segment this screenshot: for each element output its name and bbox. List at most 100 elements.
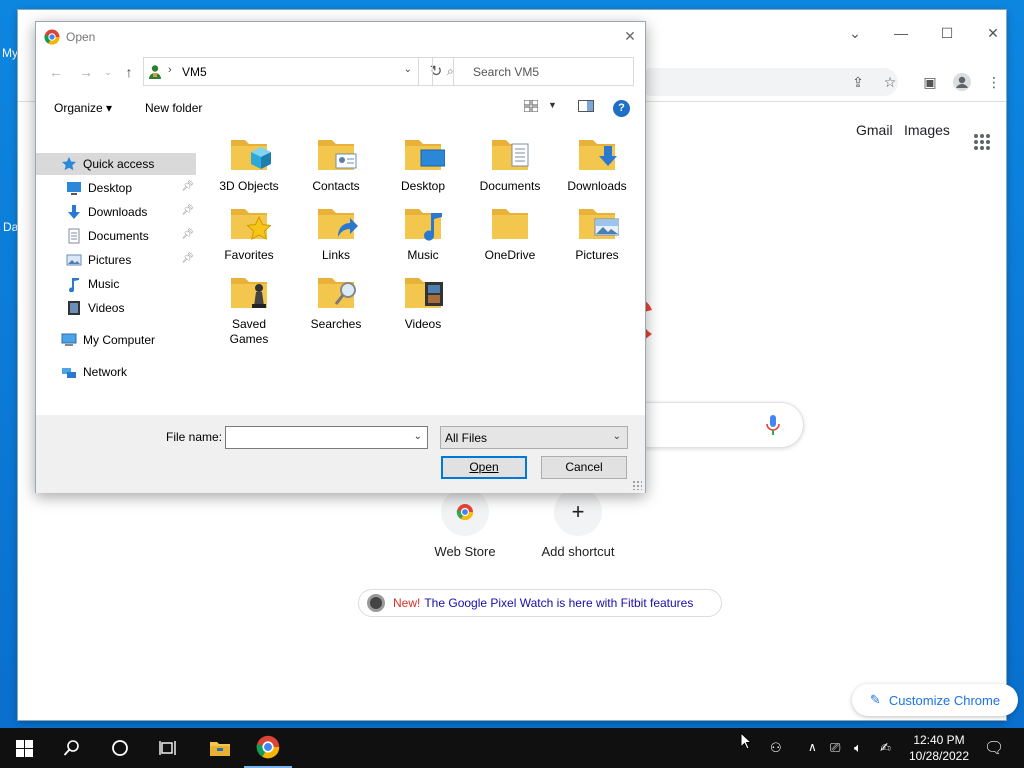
folder-item-documents[interactable]: Documents [467,132,553,194]
nav-item-my-computer[interactable]: My Computer [36,329,196,351]
nav-item-videos[interactable]: Videos [36,297,196,319]
folder-icon [575,132,619,176]
address-bar[interactable]: › VM5 ⌄ [143,57,419,86]
folder-icon [488,201,532,245]
task-view-icon [159,741,176,755]
folder-label: Searches [310,317,362,331]
task-view-button[interactable] [144,728,192,768]
view-options-dropdown-icon[interactable]: ▼ [548,100,557,110]
taskbar: ⚇ ∧ ⎚ 🔈︎ ✍︎ 12:40 PM 10/28/2022 🗨︎ [0,728,1024,768]
nav-item-downloads[interactable]: Downloads 📌︎ [36,201,196,223]
share-icon[interactable]: ⇪ [848,72,868,92]
menu-dots-icon[interactable]: ⋮ [984,72,1004,92]
pin-icon[interactable]: 📌︎ [181,205,194,216]
shortcut-web-store[interactable]: Web Store [410,488,520,559]
promo-banner[interactable]: New! The Google Pixel Watch is here with… [358,589,722,617]
folder-item-music[interactable]: Music [380,201,466,263]
side-panel-icon[interactable]: ▣ [920,72,940,92]
open-file-dialog: Open ✕ ← → ⌄ ↑ › VM5 ⌄ ↻ ⌕ Search VM5 Or… [35,21,646,493]
file-type-select[interactable]: All Files ⌄ [440,426,628,449]
action-center-icon[interactable]: 🗨︎ [984,738,1004,758]
search-icon [63,740,79,756]
change-view-icon[interactable] [524,100,538,112]
folder-item-3d-objects[interactable]: 3D Objects [206,132,292,194]
chrome-taskbar-button[interactable] [244,728,292,768]
open-button[interactable]: Open [441,456,527,479]
nav-item-label: Pictures [88,253,132,267]
start-button[interactable] [0,728,48,768]
document-icon [66,228,82,244]
pin-icon[interactable]: 📌︎ [181,229,194,240]
gmail-link[interactable]: Gmail [856,122,893,138]
volume-icon[interactable]: 🔈︎ [854,740,862,756]
help-icon[interactable]: ? [613,100,630,117]
network-tray-icon[interactable]: ⎚ [830,740,840,756]
folder-item-links[interactable]: Links [293,201,379,263]
customize-chrome-button[interactable]: ✎ Customize Chrome [852,684,1018,716]
tab-search-chevron-icon[interactable]: ⌄ [846,24,864,42]
folder-item-onedrive[interactable]: OneDrive [467,201,553,263]
cortana-button[interactable] [96,728,144,768]
dialog-footer: File name: ⌄ All Files ⌄ Open Cancel [36,415,645,493]
search-taskbar-button[interactable] [48,728,96,768]
organize-button[interactable]: Organize ▾ [54,101,112,115]
shortcut-add[interactable]: + Add shortcut [523,488,633,559]
nav-item-network[interactable]: Network [36,361,196,383]
cortana-circle-icon [112,740,128,756]
nav-item-pictures[interactable]: Pictures 📌︎ [36,249,196,271]
desktop-icon [66,180,82,196]
people-icon[interactable]: ⚇ [770,740,782,756]
new-folder-button[interactable]: New folder [145,101,202,115]
pin-icon[interactable]: 📌︎ [181,253,194,264]
search-input[interactable]: ⌕ Search VM5 [432,57,634,86]
address-path: VM5 [182,65,207,79]
folder-item-videos[interactable]: Videos [380,270,466,332]
folder-label: Contacts [312,179,360,193]
file-name-dropdown-icon[interactable]: ⌄ [414,431,422,442]
folder-item-downloads[interactable]: Downloads [554,132,640,194]
preview-pane-icon[interactable] [578,100,594,112]
pin-icon[interactable]: 📌︎ [181,181,194,192]
desktop-icon-label[interactable]: My [2,46,18,60]
minimize-button[interactable]: — [892,24,910,42]
nav-item-desktop[interactable]: Desktop 📌︎ [36,177,196,199]
folder-icon [488,132,532,176]
address-dropdown-icon[interactable]: ⌄ [404,64,412,75]
nav-item-quick-access[interactable]: Quick access [36,153,196,175]
voice-search-icon[interactable] [766,414,780,436]
clock[interactable]: 12:40 PM 10/28/2022 [904,732,974,764]
mouse-cursor-icon [740,732,752,750]
profile-avatar-icon[interactable] [952,72,972,92]
dialog-titlebar: Open ✕ [36,22,645,52]
folder-item-contacts[interactable]: Contacts [293,132,379,194]
file-name-input[interactable]: ⌄ [225,426,428,449]
nav-item-documents[interactable]: Documents 📌︎ [36,225,196,247]
folder-item-pictures[interactable]: Pictures [554,201,640,263]
folder-item-saved-games[interactable]: Saved Games [206,270,292,347]
dialog-close-button[interactable]: ✕ [622,28,638,44]
recent-locations-chevron-icon[interactable]: ⌄ [98,62,118,82]
dialog-title: Open [66,30,96,44]
bookmark-star-icon[interactable]: ☆ [880,72,900,92]
cancel-button[interactable]: Cancel [541,456,627,479]
close-button[interactable]: ✕ [984,24,1002,42]
forward-arrow-icon[interactable]: → [76,62,96,82]
maximize-button[interactable]: ☐ [938,24,956,42]
search-placeholder: Search VM5 [473,65,540,79]
file-explorer-taskbar-button[interactable] [196,728,244,768]
nav-item-label: Quick access [83,157,155,171]
back-arrow-icon[interactable]: ← [46,62,66,82]
resize-grip[interactable] [632,480,642,490]
google-apps-icon[interactable] [974,134,990,150]
up-arrow-icon[interactable]: ↑ [119,62,139,82]
folder-item-desktop[interactable]: Desktop [380,132,466,194]
desktop-icon-label[interactable]: Da [3,220,18,234]
folder-icon [401,132,446,176]
nav-item-label: Network [83,365,128,379]
nav-item-music[interactable]: Music [36,273,196,295]
show-hidden-icons-chevron-icon[interactable]: ∧ [808,740,817,754]
folder-item-favorites[interactable]: Favorites [206,201,292,263]
folder-item-searches[interactable]: Searches [293,270,379,332]
pen-workspace-icon[interactable]: ✍︎ [880,740,891,756]
images-link[interactable]: Images [904,122,950,138]
